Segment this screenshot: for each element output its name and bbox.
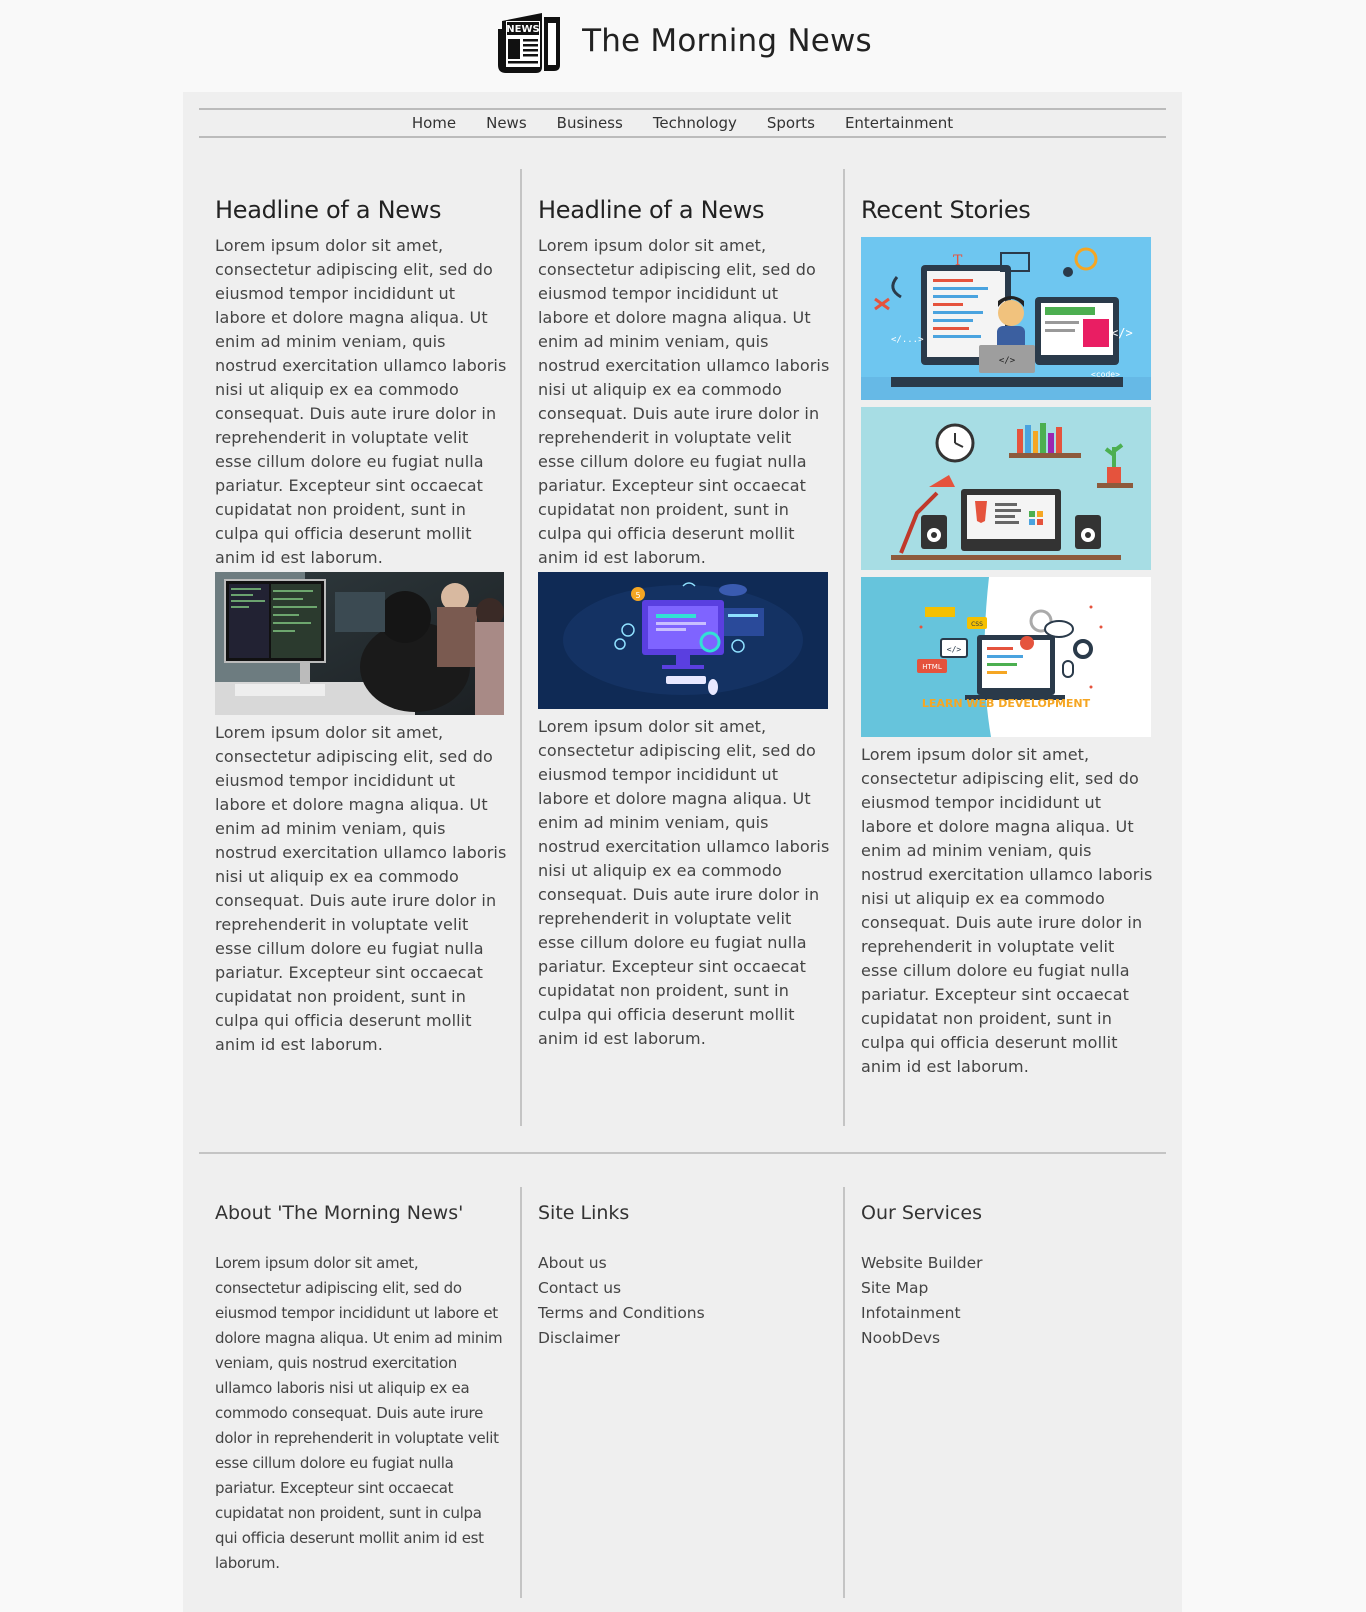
svg-text:</>: </> [1111,326,1133,340]
footer-services-heading: Our Services [861,1202,982,1224]
footer-services: Our Services Website Builder Site Map In… [861,1202,1153,1351]
article-image-web-design[interactable]: 5 [538,572,828,709]
site-title: The Morning News [582,23,872,59]
footer-link-website-builder[interactable]: Website Builder [861,1251,1153,1276]
nav-business[interactable]: Business [557,114,623,132]
footer-site-links-heading: Site Links [538,1202,630,1224]
main-nav: Home News Business Technology Sports Ent… [199,108,1166,138]
nav-news[interactable]: News [486,114,527,132]
article-image-developer-desk[interactable] [215,572,504,715]
column-divider [520,169,522,1126]
recent-story-image-2[interactable] [861,407,1151,570]
footer-about-heading: About 'The Morning News' [215,1202,464,1224]
svg-text:NEWS: NEWS [506,24,539,35]
svg-text:</>: </> [947,645,962,654]
column-divider [843,169,845,1126]
footer-about-text: Lorem ipsum dolor sit amet, consectetur … [215,1254,503,1572]
article-column-1: Headline of a News Lorem ipsum dolor sit… [215,196,507,1057]
footer-link-noobdevs[interactable]: NoobDevs [861,1326,1153,1351]
article-column-2: Headline of a News Lorem ipsum dolor sit… [538,196,830,1051]
article-headline[interactable]: Headline of a News [215,196,507,224]
section-divider [199,1152,1166,1154]
newspaper-logo-icon[interactable]: NEWS [494,7,564,75]
recent-stories-text: Lorem ipsum dolor sit amet, consectetur … [861,745,1153,1076]
svg-text:</...>: </...> [891,335,924,345]
article-text: Lorem ipsum dolor sit amet, consectetur … [538,236,830,567]
nav-home[interactable]: Home [412,114,456,132]
footer-column-divider [520,1187,522,1598]
article-text: Lorem ipsum dolor sit amet, consectetur … [215,723,507,1054]
svg-text:<code>: <code> [1091,370,1120,379]
svg-text:CSS: CSS [971,621,983,628]
footer-about: About 'The Morning News' Lorem ipsum dol… [215,1202,507,1576]
footer-link-terms[interactable]: Terms and Conditions [538,1301,830,1326]
site-header: NEWS The Morning News [0,0,1366,92]
recent-stories-heading: Recent Stories [861,196,1031,224]
recent-story-image-1[interactable]: </> </...> </> <code> T [861,237,1151,400]
nav-entertainment[interactable]: Entertainment [845,114,953,132]
footer-link-about-us[interactable]: About us [538,1251,830,1276]
article-text: Lorem ipsum dolor sit amet, consectetur … [215,236,507,567]
footer-link-site-map[interactable]: Site Map [861,1276,1153,1301]
svg-text:5: 5 [635,591,640,600]
footer-column-divider [843,1187,845,1598]
footer-link-disclaimer[interactable]: Disclaimer [538,1326,830,1351]
article-text: Lorem ipsum dolor sit amet, consectetur … [538,717,830,1048]
nav-sports[interactable]: Sports [767,114,815,132]
svg-text:</>: </> [999,356,1016,366]
svg-text:LEARN WEB DEVELOPMENT: LEARN WEB DEVELOPMENT [922,697,1091,710]
main-container: Home News Business Technology Sports Ent… [183,92,1182,1612]
article-headline[interactable]: Headline of a News [538,196,830,224]
footer-site-links: Site Links About us Contact us Terms and… [538,1202,830,1351]
footer-link-contact-us[interactable]: Contact us [538,1276,830,1301]
recent-stories-column: Recent Stories </> </...> </> <code> T <… [861,196,1153,1079]
recent-story-image-3[interactable]: </> HTML CSS LEARN WEB DEVELOPMENT [861,577,1151,737]
svg-text:T: T [953,253,963,269]
svg-text:HTML: HTML [922,663,942,671]
footer-link-infotainment[interactable]: Infotainment [861,1301,1153,1326]
nav-technology[interactable]: Technology [653,114,737,132]
